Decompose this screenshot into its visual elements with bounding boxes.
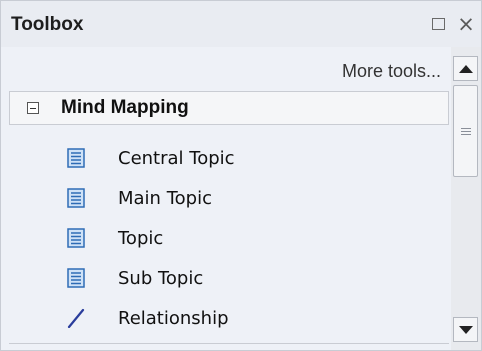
toolbox-item-sub-topic[interactable]: Sub Topic xyxy=(1,259,451,299)
close-icon: × xyxy=(457,11,475,36)
toolbox-item-relationship[interactable]: Relationship xyxy=(1,299,451,339)
collapse-icon[interactable] xyxy=(27,102,39,114)
toolbox-item-label: Main Topic xyxy=(118,188,212,209)
topic-icon xyxy=(67,148,85,168)
toolbox-item-central-topic[interactable]: Central Topic xyxy=(1,139,451,179)
relationship-icon xyxy=(67,308,85,328)
toolbox-item-label: Sub Topic xyxy=(118,268,204,289)
toolbox-item-label: Central Topic xyxy=(118,148,235,169)
group-label: Mind Mapping xyxy=(61,97,189,118)
scroll-thumb[interactable] xyxy=(453,85,478,177)
scroll-down-button[interactable] xyxy=(453,317,478,342)
arrow-up-icon xyxy=(458,64,473,73)
title-bar: Toolbox × xyxy=(1,1,481,47)
group-header-mind-mapping[interactable]: Mind Mapping xyxy=(9,91,449,125)
topic-icon xyxy=(67,268,85,288)
divider xyxy=(9,343,449,344)
more-tools-link[interactable]: More tools... xyxy=(342,61,441,82)
arrow-down-icon xyxy=(458,325,473,334)
maximize-icon xyxy=(431,18,445,30)
maximize-button[interactable] xyxy=(425,11,451,37)
toolbox-content: More tools... Mind Mapping Central Topic xyxy=(1,47,451,350)
close-button[interactable]: × xyxy=(453,11,479,37)
scroll-up-button[interactable] xyxy=(453,56,478,81)
toolbox-item-label: Topic xyxy=(118,228,164,249)
vertical-scrollbar[interactable] xyxy=(451,47,481,350)
topic-icon xyxy=(67,188,85,208)
toolbox-panel: Toolbox × More tools... Mind Mapping Cen… xyxy=(0,0,482,351)
topic-icon xyxy=(67,228,85,248)
toolbox-item-topic[interactable]: Topic xyxy=(1,219,451,259)
grip-icon xyxy=(460,127,471,135)
toolbox-items: Central Topic Main Topic Topic Sub Topic… xyxy=(1,139,451,339)
toolbox-item-main-topic[interactable]: Main Topic xyxy=(1,179,451,219)
toolbox-item-label: Relationship xyxy=(118,308,229,329)
panel-title: Toolbox xyxy=(11,14,84,35)
